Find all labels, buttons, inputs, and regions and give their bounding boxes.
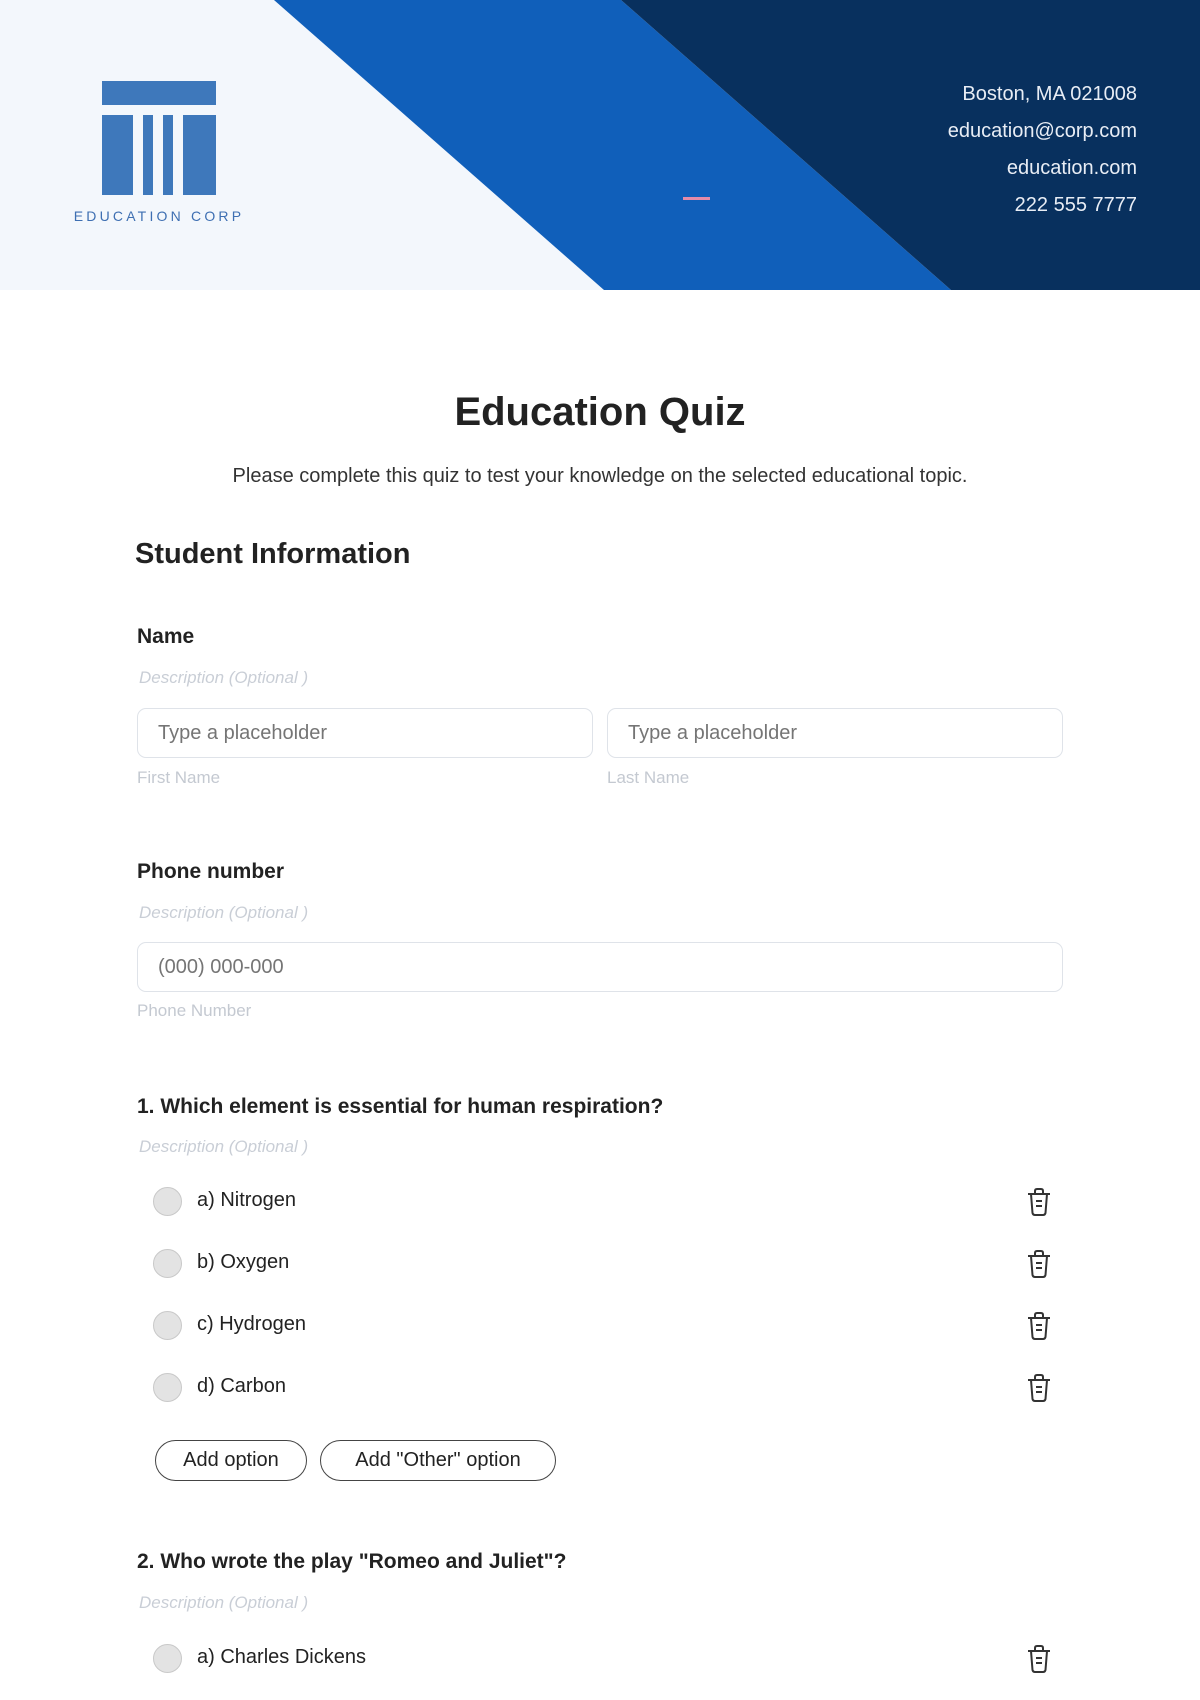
page-title: Education Quiz [454, 390, 746, 434]
last-name-sublabel: Last Name [607, 768, 690, 787]
radio-button[interactable] [153, 1187, 182, 1216]
question-2-label: 2. Who wrote the play "Romeo and Juliet"… [137, 1550, 567, 1573]
trash-icon[interactable] [1026, 1645, 1052, 1673]
contact-address: Boston, MA 021008 [962, 83, 1137, 105]
phone-input[interactable] [137, 942, 1063, 992]
first-name-sublabel: First Name [137, 768, 221, 787]
logo-text: EDUCATION CORP [73, 208, 245, 224]
page-subtitle: Please complete this quiz to test your k… [232, 465, 968, 487]
contact-website: education.com [1006, 157, 1137, 179]
first-name-input[interactable] [137, 708, 593, 758]
question-2-description: Description (Optional ) [139, 1593, 309, 1612]
contact-info: Boston, MA 021008 education@corp.com edu… [948, 76, 1137, 224]
option-label: c) Hydrogen [197, 1313, 306, 1335]
question-1-option: c) Hydrogen [153, 1309, 1063, 1343]
add-other-option-button[interactable]: Add "Other" option [320, 1440, 556, 1481]
name-description: Description (Optional ) [139, 668, 309, 687]
option-label: a) Charles Dickens [197, 1646, 366, 1668]
trash-icon[interactable] [1026, 1312, 1052, 1340]
contact-phone: 222 555 7777 [1014, 194, 1137, 216]
add-option-button[interactable]: Add option [155, 1440, 307, 1481]
question-1-option: d) Carbon [153, 1371, 1063, 1405]
accent-dash [683, 197, 710, 200]
phone-sublabel: Phone Number [137, 1001, 252, 1020]
question-2-option: a) Charles Dickens [153, 1642, 1063, 1676]
trash-icon[interactable] [1026, 1188, 1052, 1216]
phone-description: Description (Optional ) [139, 903, 309, 922]
phone-label: Phone number [137, 860, 285, 883]
last-name-input[interactable] [607, 708, 1063, 758]
option-label: b) Oxygen [197, 1251, 290, 1273]
trash-icon[interactable] [1026, 1374, 1052, 1402]
section-title: Student Information [135, 538, 411, 570]
radio-button[interactable] [153, 1249, 182, 1278]
contact-email: education@corp.com [947, 120, 1137, 142]
radio-button[interactable] [153, 1373, 182, 1402]
option-label: d) Carbon [197, 1375, 286, 1397]
trash-icon[interactable] [1026, 1250, 1052, 1278]
question-1-label: 1. Which element is essential for human … [137, 1095, 664, 1118]
option-label: a) Nitrogen [197, 1189, 296, 1211]
name-label: Name [137, 625, 195, 648]
question-1-description: Description (Optional ) [139, 1137, 309, 1156]
education-corp-logo-icon [102, 81, 216, 195]
question-1-option: b) Oxygen [153, 1247, 1063, 1281]
question-1-option: a) Nitrogen [153, 1185, 1063, 1219]
page-header: EDUCATION CORP Boston, MA 021008 educati… [0, 0, 1200, 290]
radio-button[interactable] [153, 1644, 182, 1673]
radio-button[interactable] [153, 1311, 182, 1340]
